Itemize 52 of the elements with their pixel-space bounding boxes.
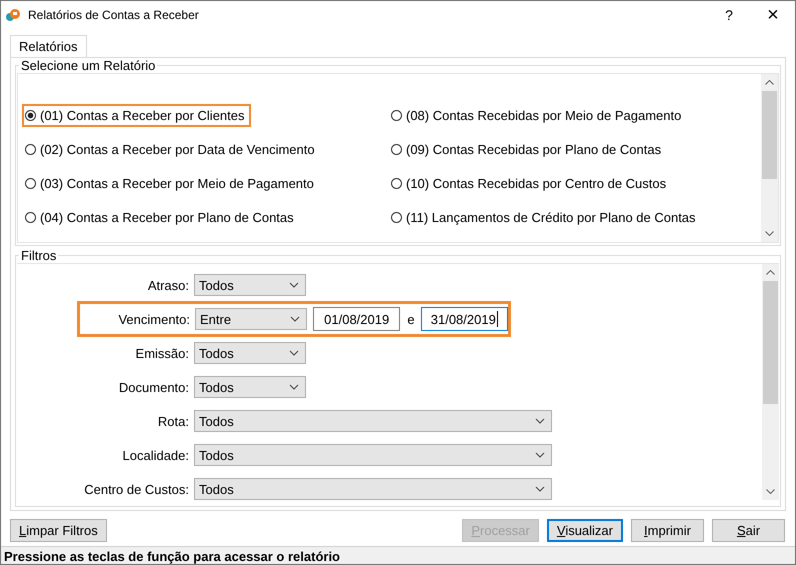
filter-label: Vencimento: — [117, 312, 190, 326]
close-button[interactable]: × — [751, 1, 795, 29]
action-button[interactable]: Imprimir — [631, 519, 704, 542]
scroll-up-icon[interactable] — [765, 80, 774, 85]
tab[interactable]: Relatórios — [10, 35, 87, 57]
filter-label: Atraso: — [146, 278, 189, 292]
caret-icon — [289, 384, 299, 390]
dropdown[interactable]: Todos — [194, 478, 552, 500]
caret-icon — [535, 452, 545, 458]
action-button[interactable]: Limpar Filtros — [10, 519, 107, 542]
scrollbar-thumb[interactable] — [763, 281, 778, 404]
dropdown[interactable]: Todos — [194, 274, 306, 296]
report-radio[interactable]: (10) Contas Recebidas por Centro de Custos — [388, 172, 672, 194]
scrollbar[interactable] — [761, 74, 778, 242]
group-title: Selecione um Relatório — [20, 58, 156, 73]
filter-label: Localidade: — [122, 448, 189, 462]
report-radio[interactable]: (08) Contas Recebidas por Meio de Pagamento — [388, 104, 688, 126]
report-radio[interactable]: (04) Contas a Receber por Plano de Contas — [22, 206, 300, 228]
date-field[interactable]: 31/08/2019 — [420, 307, 508, 331]
dropdown[interactable]: Todos — [194, 342, 306, 364]
caret-icon — [290, 316, 300, 322]
window-title: Relatórios de Contas a Receber — [28, 8, 199, 22]
app-logo-icon — [5, 7, 21, 23]
filter-label: Documento: — [118, 380, 189, 394]
dropdown[interactable]: Todos — [194, 376, 306, 398]
dropdown[interactable]: Entre — [195, 308, 307, 330]
action-button[interactable]: Visualizar — [546, 519, 623, 542]
date-field[interactable]: 01/08/2019 — [313, 307, 400, 331]
group-title: Filtros — [20, 248, 58, 263]
filter-label: Emissão: — [134, 346, 189, 360]
report-radio[interactable]: (01) Contas a Receber por Clientes — [22, 104, 250, 126]
scrollbar[interactable] — [762, 264, 779, 500]
filter-label: Rota: — [156, 414, 189, 428]
report-radio[interactable]: (09) Contas Recebidas por Plano de Contas — [388, 138, 668, 160]
caret-icon — [289, 350, 299, 356]
scroll-down-icon[interactable] — [765, 231, 774, 236]
report-radio[interactable]: (03) Contas a Receber por Meio de Pagamento — [22, 172, 320, 194]
dropdown[interactable]: Todos — [194, 410, 552, 432]
scroll-down-icon[interactable] — [766, 489, 775, 494]
report-radio[interactable]: (11) Lançamentos de Crédito por Plano de Contas — [388, 206, 702, 228]
help-button[interactable]: ? — [707, 1, 751, 29]
caret-icon — [535, 486, 545, 492]
scroll-up-icon[interactable] — [766, 270, 775, 275]
caret-icon — [289, 282, 299, 288]
caret-icon — [535, 418, 545, 424]
dropdown[interactable]: Todos — [194, 444, 552, 466]
report-radio[interactable]: (02) Contas a Receber por Data de Vencimento — [22, 138, 321, 160]
range-separator: e — [407, 312, 415, 326]
action-button[interactable]: Sair — [712, 519, 785, 542]
filter-label: Centro de Custos: — [83, 482, 189, 496]
status-bar: Pressione as teclas de função para acessar o relatório — [1, 546, 795, 564]
scrollbar-thumb[interactable] — [762, 91, 777, 179]
